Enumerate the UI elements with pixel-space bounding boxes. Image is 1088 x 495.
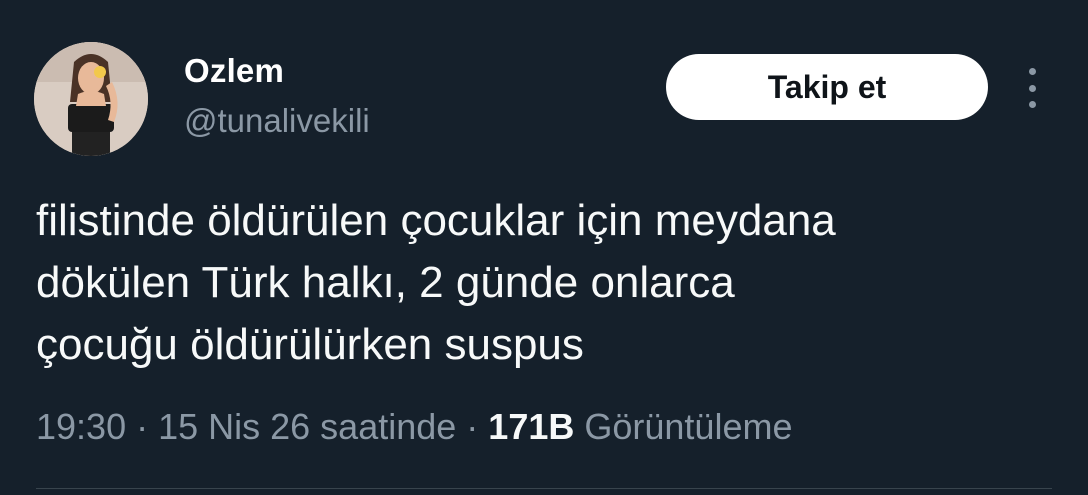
more-dot — [1028, 68, 1036, 75]
views-count[interactable]: 171B — [488, 406, 574, 447]
follow-button[interactable]: Takip et — [666, 54, 988, 120]
tweet-text: filistinde öldürülen çocuklar için meyda… — [36, 190, 1056, 376]
display-name[interactable]: Ozlem — [184, 52, 284, 90]
tweet-time[interactable]: 19:30 — [36, 406, 126, 447]
meta-separator: · — [126, 406, 159, 447]
divider — [36, 488, 1052, 489]
meta-separator: · — [456, 406, 489, 447]
avatar[interactable] — [34, 42, 148, 156]
tweet-meta: 19:30 · 15 Nis 26 saatinde · 171B Görünt… — [36, 406, 792, 448]
more-dot — [1028, 84, 1036, 92]
tweet-card: Ozlem @tunalivekili Takip et filistinde … — [0, 0, 1088, 495]
tweet-text-line: dökülen Türk halkı, 2 günde onlarca — [36, 258, 735, 307]
user-handle[interactable]: @tunalivekili — [184, 102, 370, 140]
more-dot — [1028, 101, 1036, 108]
profile-photo — [34, 42, 148, 156]
tweet-text-line: filistinde öldürülen çocuklar için meyda… — [36, 196, 836, 245]
views-label: Görüntüleme — [584, 406, 793, 447]
tweet-text-line: çocuğu öldürülürken suspus — [36, 320, 584, 369]
more-vertical-icon[interactable] — [1020, 68, 1044, 108]
tweet-date[interactable]: 15 Nis 26 saatinde — [158, 406, 456, 447]
